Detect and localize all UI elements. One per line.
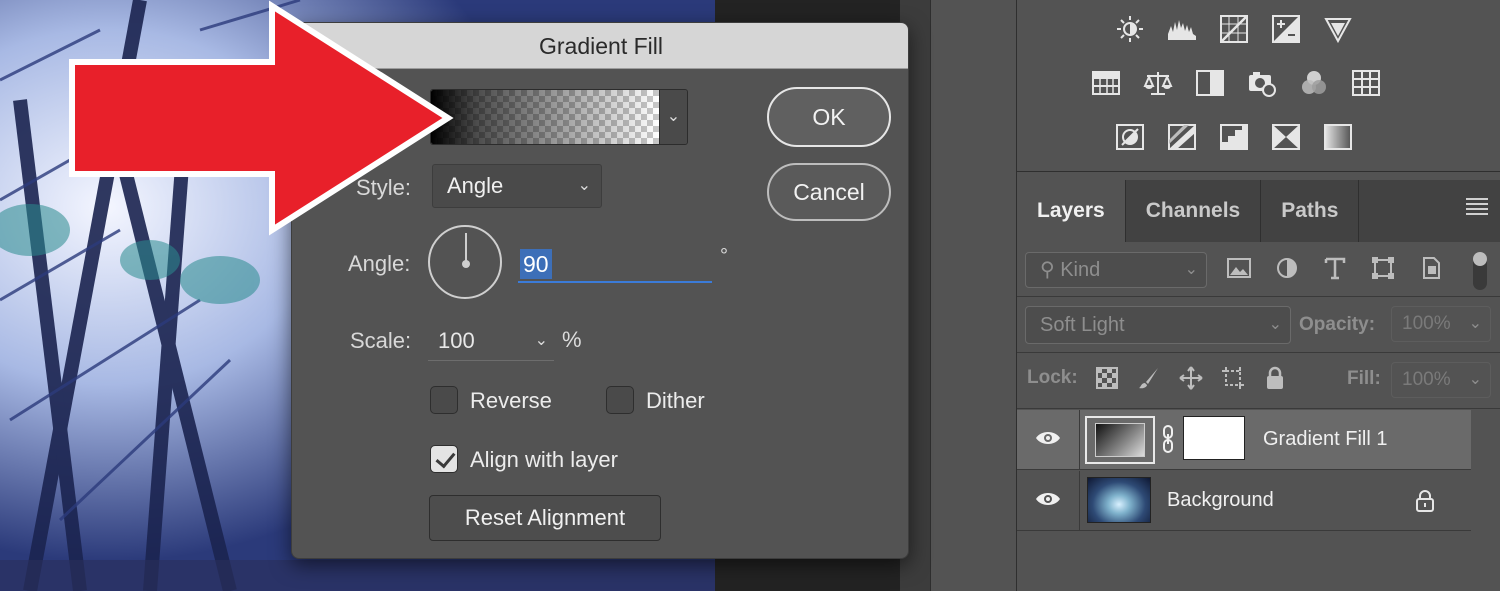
vibrance-icon[interactable] — [1321, 12, 1355, 46]
lock-all-icon[interactable] — [1262, 365, 1288, 391]
filter-toggle-switch[interactable] — [1473, 252, 1487, 290]
align-with-layer-checkbox[interactable] — [430, 445, 458, 473]
layer-mask-thumbnail[interactable] — [1183, 416, 1245, 460]
layer-row-background[interactable]: Background — [1017, 471, 1471, 531]
gradient-preview-picker[interactable]: ⌄ — [430, 89, 688, 145]
dither-label: Dither — [646, 388, 705, 413]
scale-unit: % — [562, 327, 582, 352]
chevron-down-icon: ⌄ — [1184, 261, 1198, 278]
blend-mode-select[interactable]: Soft Light ⌄ — [1025, 306, 1291, 344]
scale-label: Scale: — [350, 328, 412, 353]
color-balance-icon[interactable] — [1141, 66, 1175, 100]
panel-dock-spacer — [930, 0, 1016, 591]
lock-artboard-icon[interactable] — [1220, 365, 1246, 391]
layer-filter-row: ⚲ Kind ⌄ — [1025, 252, 1493, 292]
layer-name: Background — [1167, 489, 1274, 511]
layer-name: Gradient Fill 1 — [1263, 428, 1388, 450]
filter-kind-label: Kind — [1060, 259, 1101, 281]
hue-saturation-icon[interactable] — [1089, 66, 1123, 100]
scale-input[interactable]: 100 ⌄ — [428, 323, 554, 361]
tab-channels[interactable]: Channels — [1126, 180, 1262, 242]
layer-row-gradient-fill[interactable]: Gradient Fill 1 — [1017, 410, 1471, 470]
gradient-map-icon[interactable] — [1321, 120, 1355, 154]
opacity-value: 100% — [1402, 313, 1451, 334]
layers-panel: Layers Channels Paths ⚲ Kind ⌄ Soft Ligh… — [1016, 172, 1500, 591]
levels-icon[interactable] — [1165, 12, 1199, 46]
degree-symbol: ° — [720, 245, 728, 267]
chevron-down-icon: ⌄ — [1468, 315, 1482, 332]
angle-input[interactable]: 90 — [518, 247, 712, 283]
chevron-down-icon: ⌄ — [1268, 316, 1282, 333]
brightness-contrast-icon[interactable] — [1113, 12, 1147, 46]
align-with-layer-label: Align with layer — [470, 447, 618, 472]
opacity-select[interactable]: 100% ⌄ — [1391, 306, 1491, 342]
fill-label: Fill: — [1347, 368, 1381, 389]
exposure-icon[interactable] — [1269, 12, 1303, 46]
chevron-down-icon: ⌄ — [577, 177, 591, 194]
invert-icon[interactable] — [1113, 120, 1147, 154]
selective-color-icon[interactable] — [1269, 120, 1303, 154]
fill-select[interactable]: 100% ⌄ — [1391, 362, 1491, 398]
background-thumbnail[interactable] — [1087, 477, 1151, 523]
layer-lock-icon — [1416, 490, 1434, 512]
chevron-down-icon: ⌄ — [1468, 371, 1482, 388]
filter-kind-select[interactable]: ⚲ Kind ⌄ — [1025, 252, 1207, 288]
lock-position-move-icon[interactable] — [1178, 365, 1204, 391]
channel-mixer-icon[interactable] — [1297, 66, 1331, 100]
tab-paths[interactable]: Paths — [1261, 180, 1360, 242]
panel-tabs: Layers Channels Paths — [1017, 180, 1500, 242]
threshold-icon[interactable] — [1217, 120, 1251, 154]
lock-transparent-pixels-icon[interactable] — [1094, 365, 1120, 391]
ok-button[interactable]: OK — [767, 87, 891, 147]
mask-link-chain-icon[interactable] — [1161, 424, 1175, 454]
lock-row: Lock: — [1027, 365, 1288, 391]
red-arrow-annotation — [69, 0, 454, 236]
dither-checkbox[interactable] — [606, 386, 634, 414]
blend-mode-value: Soft Light — [1040, 314, 1125, 336]
black-white-icon[interactable] — [1193, 66, 1227, 100]
chevron-down-icon[interactable]: ⌄ — [659, 90, 687, 144]
curves-icon[interactable] — [1217, 12, 1251, 46]
gradient-fill-thumbnail[interactable] — [1085, 416, 1155, 464]
smart-object-filter-icon[interactable] — [1417, 254, 1445, 282]
reset-alignment-button[interactable]: Reset Alignment — [429, 495, 661, 541]
photo-filter-icon[interactable] — [1245, 66, 1279, 100]
cancel-button[interactable]: Cancel — [767, 163, 891, 221]
reverse-label: Reverse — [470, 388, 552, 413]
visibility-eye-icon[interactable] — [1035, 489, 1061, 509]
lock-label: Lock: — [1027, 367, 1078, 388]
search-icon: ⚲ — [1040, 259, 1055, 281]
panel-menu-icon[interactable] — [1466, 198, 1488, 218]
shape-layer-filter-icon[interactable] — [1369, 254, 1397, 282]
fill-value: 100% — [1402, 369, 1451, 390]
visibility-eye-icon[interactable] — [1035, 428, 1061, 448]
posterize-icon[interactable] — [1165, 120, 1199, 154]
adjustments-panel — [1016, 0, 1500, 172]
reverse-checkbox[interactable] — [430, 386, 458, 414]
scale-value: 100 — [438, 328, 475, 353]
lock-image-pixels-brush-icon[interactable] — [1136, 365, 1162, 391]
angle-value: 90 — [520, 249, 552, 279]
chevron-down-icon[interactable]: ⌄ — [535, 323, 548, 359]
adjustment-layer-filter-icon[interactable] — [1273, 254, 1301, 282]
pixel-layer-filter-icon[interactable] — [1225, 254, 1253, 282]
color-lookup-icon[interactable] — [1349, 66, 1383, 100]
opacity-label: Opacity: — [1299, 314, 1376, 335]
type-layer-filter-icon[interactable] — [1321, 254, 1349, 282]
tab-layers[interactable]: Layers — [1017, 180, 1126, 242]
angle-label: Angle: — [348, 251, 411, 276]
